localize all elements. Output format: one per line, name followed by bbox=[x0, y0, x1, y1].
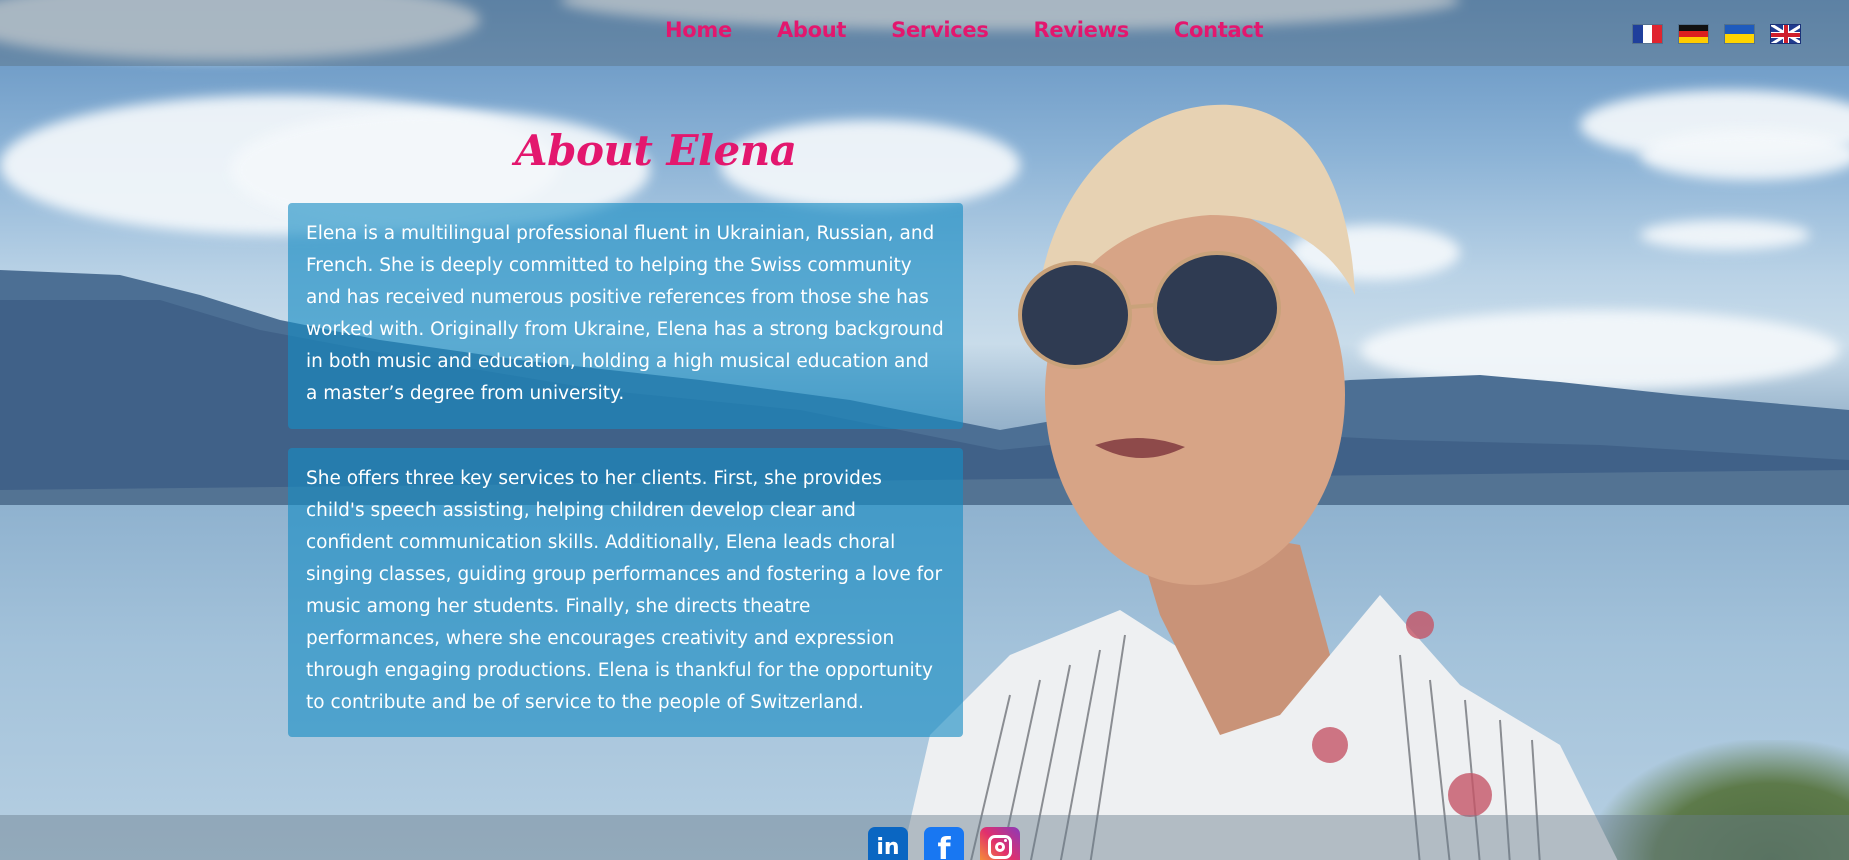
about-heading: About Elena bbox=[515, 126, 797, 175]
nav-services-link[interactable]: Services bbox=[891, 18, 989, 42]
instagram-glyph bbox=[988, 835, 1012, 859]
instagram-icon[interactable] bbox=[980, 827, 1020, 860]
person-photo bbox=[901, 104, 1618, 860]
linkedin-glyph: in bbox=[876, 834, 900, 860]
about-paragraph-services: She offers three key services to her cli… bbox=[306, 468, 943, 713]
ukraine-flag-icon[interactable] bbox=[1724, 24, 1755, 44]
about-card-services: She offers three key services to her cli… bbox=[288, 448, 963, 737]
social-links: in f bbox=[868, 827, 1020, 860]
top-nav-bar: Home About Services Reviews Contact bbox=[0, 0, 1849, 66]
facebook-icon[interactable]: f bbox=[924, 827, 964, 860]
nav-home-link[interactable]: Home bbox=[665, 18, 732, 42]
nav-contact-link[interactable]: Contact bbox=[1174, 18, 1264, 42]
about-paragraph-intro: Elena is a multilingual professional flu… bbox=[306, 223, 944, 404]
linkedin-icon[interactable]: in bbox=[868, 827, 908, 860]
language-switcher bbox=[1632, 24, 1801, 44]
germany-flag-icon[interactable] bbox=[1678, 24, 1709, 44]
facebook-glyph: f bbox=[937, 832, 951, 860]
main-navigation: Home About Services Reviews Contact bbox=[665, 18, 1308, 42]
uk-flag-icon[interactable] bbox=[1770, 24, 1801, 44]
about-card-intro: Elena is a multilingual professional flu… bbox=[288, 203, 963, 429]
nav-reviews-link[interactable]: Reviews bbox=[1034, 18, 1130, 42]
france-flag-icon[interactable] bbox=[1632, 24, 1663, 44]
nav-about-link[interactable]: About bbox=[777, 18, 847, 42]
